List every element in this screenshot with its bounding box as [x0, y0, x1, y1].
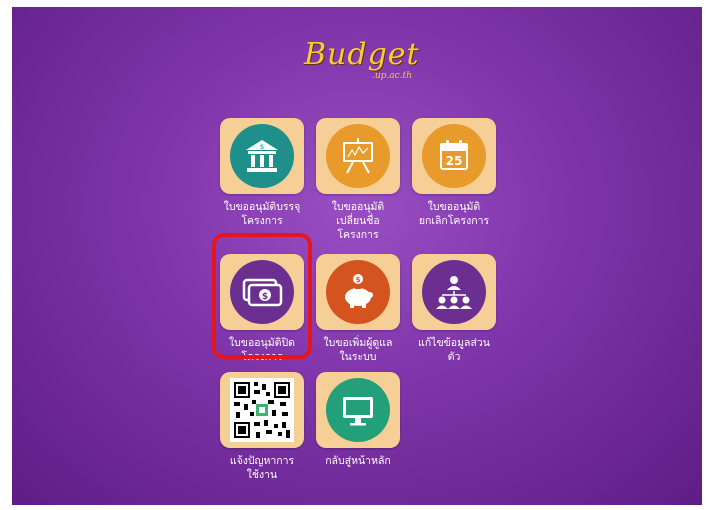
tile-label: ใบขอเพิ่มผู้ดูแล ในระบบ [323, 337, 393, 363]
svg-text:$: $ [260, 143, 264, 151]
piggy-bank-icon: $ [326, 260, 390, 324]
tile-label: แก้ไขข้อมูลส่วน ตัว [418, 337, 490, 363]
tile-label: ใบขออนุมัติ ยกเลิกโครงการ [418, 201, 490, 227]
tile-label: ใบขออนุมัติบรรจุ โครงการ [223, 201, 301, 227]
svg-text:25: 25 [446, 154, 463, 168]
svg-text:$: $ [356, 276, 361, 284]
tile-edit-profile[interactable]: แก้ไขข้อมูลส่วน ตัว [412, 254, 496, 364]
tile-label: ใบขออนุมัติ เปลี่ยนชื่อ โครงการ [331, 201, 385, 241]
qr-code-icon [230, 378, 294, 442]
monitor-icon [326, 378, 390, 442]
tile-rename-project[interactable]: ใบขออนุมัติ เปลี่ยนชื่อ โครงการ [316, 118, 400, 242]
tile-report-problem[interactable]: แจ้งปัญหาการ ใช้งาน [220, 372, 304, 482]
budget-logo: Budget .up.ac.th [300, 37, 440, 87]
selection-highlight [212, 233, 312, 359]
logo-title: Budget [304, 37, 420, 72]
logo-domain: .up.ac.th [372, 71, 412, 81]
tile-cancel-project[interactable]: 25 ใบขออนุมัติ ยกเลิกโครงการ [412, 118, 496, 228]
tile-label: แจ้งปัญหาการ ใช้งาน [229, 455, 295, 481]
app-background: Budget .up.ac.th $ ใบขออนุมัติบรรจุ โครง… [12, 7, 702, 505]
tile-label: กลับสู่หน้าหลัก [325, 455, 391, 467]
users-network-icon [422, 260, 486, 324]
tile-add-admin[interactable]: $ ใบขอเพิ่มผู้ดูแล ในระบบ [316, 254, 400, 364]
bank-icon: $ [230, 124, 294, 188]
tile-approve-project[interactable]: $ ใบขออนุมัติบรรจุ โครงการ [220, 118, 304, 228]
calendar-icon: 25 [422, 124, 486, 188]
presentation-board-icon [326, 124, 390, 188]
tile-back-home[interactable]: กลับสู่หน้าหลัก [316, 372, 400, 468]
